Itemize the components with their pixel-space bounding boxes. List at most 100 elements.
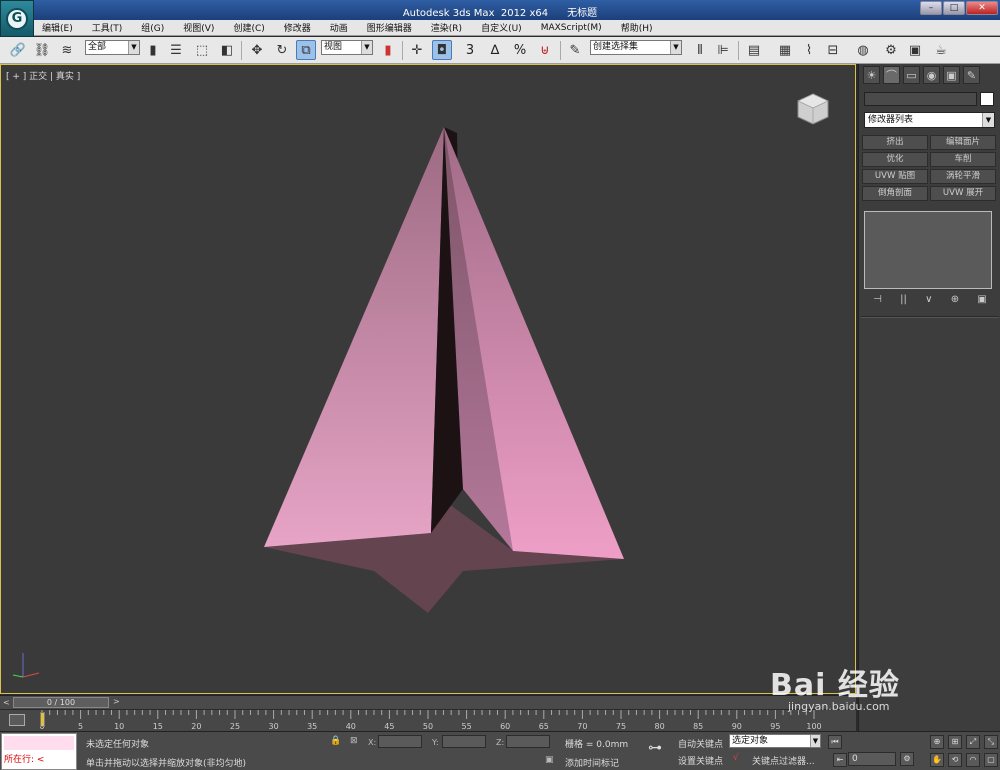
maximize-button[interactable]: □ (943, 1, 965, 15)
hierarchy-tab-icon[interactable]: ▭ (903, 66, 920, 84)
time-prev-arrow[interactable]: < (3, 698, 10, 707)
edit-named-selection-icon[interactable]: ✎ (565, 40, 585, 60)
object-color-swatch[interactable] (980, 92, 994, 106)
select-manipulate-icon[interactable]: ✛ (407, 40, 427, 60)
unlink-icon[interactable]: ⛓ (32, 40, 52, 60)
zoom-icon[interactable]: ⊕ (930, 735, 944, 749)
snaps-toggle-icon[interactable]: 3 (460, 40, 480, 60)
x-coordinate-field[interactable] (378, 735, 422, 748)
select-move-icon[interactable]: ✥ (247, 40, 267, 60)
current-frame-marker[interactable] (40, 712, 45, 727)
utilities-tab-icon[interactable]: ✎ (963, 66, 980, 84)
y-coordinate-field[interactable] (442, 735, 486, 748)
app-menu-button[interactable]: G (0, 0, 34, 37)
pivot-center-icon[interactable]: ▮ (378, 40, 398, 60)
named-selection-dropdown[interactable]: 创建选择集 ▼ (590, 40, 682, 55)
keyboard-shortcut-override-icon[interactable]: ◘ (432, 40, 452, 60)
show-end-result-icon[interactable]: || (900, 294, 907, 310)
menu-create[interactable]: 创建(C) (233, 21, 264, 34)
select-by-name-icon[interactable]: ☰ (166, 40, 186, 60)
time-slider-handle[interactable]: 0 / 100 (13, 697, 109, 708)
menu-modifiers[interactable]: 修改器 (284, 21, 311, 34)
track-bar[interactable]: 0510152025303540455055606570758085909510… (0, 709, 856, 731)
time-slider[interactable]: < 0 / 100 > (0, 695, 856, 709)
go-to-start-icon[interactable]: ⏮ (828, 735, 842, 749)
absolute-mode-icon[interactable]: ⊠ (350, 736, 358, 746)
zoom-extents-all-icon[interactable]: ⤡ (984, 735, 998, 749)
material-editor-icon[interactable]: ◍ (853, 40, 873, 60)
configure-sets-icon[interactable]: ▣ (977, 294, 986, 310)
maximize-viewport-icon[interactable]: ▢ (984, 753, 998, 767)
spinner-snap-icon[interactable]: ⊎ (535, 40, 555, 60)
bind-spacewarp-icon[interactable]: ≋ (57, 40, 77, 60)
percent-snap-icon[interactable]: % (510, 40, 530, 60)
reference-coordinate-dropdown[interactable]: 视图 ▼ (321, 40, 373, 55)
display-tab-icon[interactable]: ▣ (943, 66, 960, 84)
menu-customize[interactable]: 自定义(U) (481, 21, 522, 34)
frame-step-icon[interactable]: ⇤ (833, 753, 847, 767)
uvw-map-button[interactable]: UVW 贴图 (862, 169, 928, 184)
time-tag-icon[interactable]: ▣ (545, 755, 554, 765)
pan-view-icon[interactable]: ✋ (930, 753, 944, 767)
optimize-button[interactable]: 优化 (862, 152, 928, 167)
create-tab-icon[interactable]: ☀ (863, 66, 880, 84)
select-object-icon[interactable]: ▮ (143, 40, 163, 60)
zoom-extents-icon[interactable]: ⤢ (966, 735, 980, 749)
time-config-icon[interactable]: ⚙ (900, 752, 914, 766)
rectangular-selection-icon[interactable]: ⬚ (192, 40, 212, 60)
make-unique-icon[interactable]: ∨ (925, 294, 932, 310)
angle-snap-icon[interactable]: ∆ (485, 40, 505, 60)
lathe-button[interactable]: 车削 (930, 152, 996, 167)
key-filters-button[interactable]: 关键点过滤器... (752, 754, 815, 767)
modifier-list-dropdown[interactable]: 修改器列表 ▼ (864, 112, 995, 128)
menu-maxscript[interactable]: MAXScript(M) (541, 23, 602, 33)
render-production-icon[interactable]: ☕ (931, 40, 951, 60)
orbit-icon[interactable]: ⟲ (948, 753, 962, 767)
perspective-viewport[interactable]: [ + ] 正交 | 真实 ] (0, 64, 856, 694)
zoom-all-icon[interactable]: ⊞ (948, 735, 962, 749)
menu-rendering[interactable]: 渲染(R) (431, 21, 462, 34)
key-mode-dropdown[interactable]: 选定对象 ▼ (729, 734, 821, 748)
curve-editor-icon[interactable]: ⌇ (799, 40, 819, 60)
minimize-button[interactable]: – (920, 1, 942, 15)
remove-modifier-icon[interactable]: ⊕ (951, 294, 959, 310)
maxscript-input[interactable] (4, 736, 74, 750)
current-frame-field[interactable]: 0 (848, 752, 896, 766)
maxscript-listener[interactable]: 所在行: < (1, 733, 77, 770)
menu-animation[interactable]: 动画 (330, 21, 348, 34)
select-rotate-icon[interactable]: ↻ (272, 40, 292, 60)
layer-manager-icon[interactable]: ▤ (744, 40, 764, 60)
bevel-profile-button[interactable]: 倒角剖面 (862, 186, 928, 201)
lock-selection-icon[interactable]: 🔒 (330, 736, 341, 746)
modify-tab-icon[interactable]: ⌒ (883, 66, 900, 84)
window-crossing-icon[interactable]: ◧ (217, 40, 237, 60)
menu-tools[interactable]: 工具(T) (92, 21, 123, 34)
track-ruler[interactable]: 0510152025303540455055606570758085909510… (38, 710, 852, 732)
motion-tab-icon[interactable]: ◉ (923, 66, 940, 84)
object-name-field[interactable] (864, 92, 977, 106)
field-of-view-icon[interactable]: ◠ (966, 753, 980, 767)
unwrap-uvw-button[interactable]: UVW 展开 (930, 186, 996, 201)
link-icon[interactable]: 🔗 (8, 40, 28, 60)
menu-group[interactable]: 组(G) (141, 21, 164, 34)
extrude-button[interactable]: 挤出 (862, 135, 928, 150)
select-scale-icon[interactable]: ⧉ (296, 40, 316, 60)
add-time-tag[interactable]: 添加时间标记 (565, 756, 619, 769)
turbosmooth-button[interactable]: 涡轮平滑 (930, 169, 996, 184)
modifier-stack[interactable] (864, 211, 992, 289)
auto-key-button[interactable]: 自动关键点 (678, 737, 723, 750)
schematic-view-icon[interactable]: ⊟ (823, 40, 843, 60)
selection-filter-dropdown[interactable]: 全部 ▼ (85, 40, 140, 55)
edit-patch-button[interactable]: 编辑面片 (930, 135, 996, 150)
align-icon[interactable]: ⊫ (713, 40, 733, 60)
time-next-arrow[interactable]: > (113, 697, 120, 706)
menu-graph-editors[interactable]: 图形编辑器 (367, 21, 412, 34)
key-icon[interactable]: ⊶ (648, 740, 662, 756)
mirror-icon[interactable]: ⫴ (690, 40, 710, 60)
pyramid-object[interactable] (1, 65, 857, 695)
rendered-frame-window-icon[interactable]: ▣ (905, 40, 925, 60)
set-key-button[interactable]: 设置关键点 (678, 754, 723, 767)
menu-edit[interactable]: 编辑(E) (42, 21, 73, 34)
z-coordinate-field[interactable] (506, 735, 550, 748)
render-setup-icon[interactable]: ⚙ (881, 40, 901, 60)
